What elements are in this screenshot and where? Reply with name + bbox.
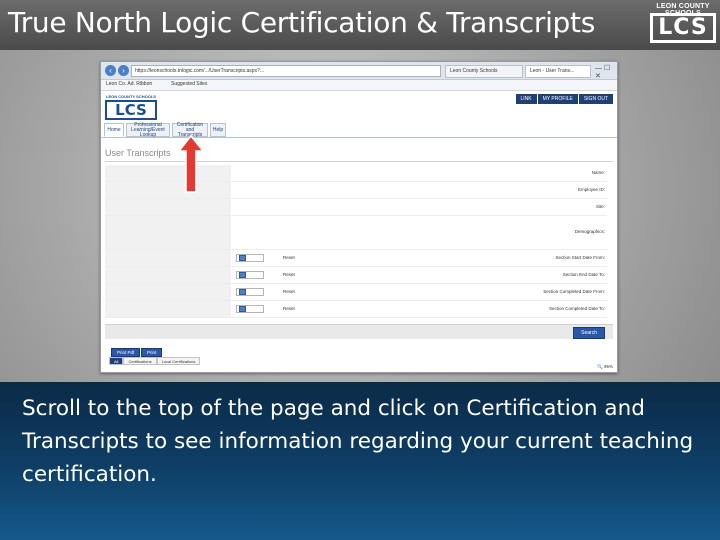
site-tabs: Home Professional Learning/Event Lookup … xyxy=(104,122,226,137)
completed-date-to-label: Section Completed Date To: xyxy=(549,306,605,311)
instruction-text: Scroll to the top of the page and click … xyxy=(22,396,694,487)
red-arrow-icon xyxy=(178,135,204,193)
form-row: Section Completed Date To: Reset xyxy=(105,301,607,318)
sign-out-button[interactable]: SIGN OUT xyxy=(578,94,613,104)
url-input[interactable]: https://leonschools.tnlogic.com/.../User… xyxy=(131,65,441,77)
reset-link[interactable]: Reset xyxy=(283,272,295,277)
slide-title-bar: True North Logic Certification & Transcr… xyxy=(0,0,720,50)
favorite-link-1[interactable]: Leon Co. Ad. Ribbon xyxy=(106,81,152,87)
tab-help[interactable]: Help xyxy=(210,123,226,137)
site-header: LEON COUNTY SCHOOLS LCS LINK MY PROFILE … xyxy=(101,91,617,123)
favorites-bar: Leon Co. Ad. Ribbon Suggested Sites xyxy=(101,80,617,91)
browser-tab-1[interactable]: Leon County Schools xyxy=(445,65,523,78)
favorite-link-2[interactable]: Suggested Sites xyxy=(171,81,207,87)
top-links: LINK MY PROFILE SIGN OUT xyxy=(515,94,613,104)
start-date-from-label: Section Start Date From: xyxy=(555,255,605,260)
link-button[interactable]: LINK xyxy=(515,94,537,104)
name-label: Name: xyxy=(591,170,605,175)
form-row: Section Completed Date From: Reset xyxy=(105,284,607,301)
form-row: Site: xyxy=(105,199,607,216)
slide-title: True North Logic Certification & Transcr… xyxy=(8,6,595,39)
forward-icon[interactable]: › xyxy=(118,65,129,76)
site-logo-letters: LCS xyxy=(105,100,157,120)
site-logo-caption: LEON COUNTY SCHOOLS xyxy=(106,94,156,99)
lcs-logo: LEON COUNTY SCHOOLS LCS xyxy=(648,3,718,45)
demographics-label: Demographics: xyxy=(574,229,605,234)
tab-home[interactable]: Home xyxy=(104,123,124,137)
instruction-panel: Scroll to the top of the page and click … xyxy=(0,382,720,540)
subtab-certifications[interactable]: Certifications xyxy=(123,357,157,365)
print-button[interactable]: Print xyxy=(141,348,163,357)
site-label: Site: xyxy=(595,204,605,209)
transcript-subtabs: All Certifications Local Certifications xyxy=(109,357,201,365)
window-controls[interactable]: — ☐ ✕ xyxy=(595,64,617,80)
page-title: User Transcripts xyxy=(105,148,171,158)
zoom-level[interactable]: 🔍 95% xyxy=(597,364,613,370)
reset-link[interactable]: Reset xyxy=(283,289,295,294)
form-row: Demographics: xyxy=(105,216,607,250)
calendar-icon[interactable] xyxy=(239,272,246,278)
browser-screenshot: ‹ › https://leonschools.tnlogic.com/.../… xyxy=(100,61,618,373)
site-logo[interactable]: LEON COUNTY SCHOOLS LCS xyxy=(105,94,157,121)
end-date-to-label: Section End Date To: xyxy=(562,272,605,277)
back-icon[interactable]: ‹ xyxy=(105,65,116,76)
completed-date-from-label: Section Completed Date From: xyxy=(543,289,605,294)
subtab-local-certifications[interactable]: Local Certifications xyxy=(156,357,201,365)
logo-letters: LCS xyxy=(650,13,716,43)
browser-tab-2[interactable]: Leon - User Trans... xyxy=(525,65,591,78)
form-row: Section End Date To: Reset xyxy=(105,267,607,284)
form-row: Section Start Date From: Reset xyxy=(105,250,607,267)
search-bar: Search xyxy=(105,324,613,339)
calendar-icon[interactable] xyxy=(239,306,246,312)
reset-link[interactable]: Reset xyxy=(283,255,295,260)
employee-id-label: Employee ID: xyxy=(577,187,605,192)
calendar-icon[interactable] xyxy=(239,255,246,261)
subtab-all[interactable]: All xyxy=(109,357,124,365)
browser-address-bar: ‹ › https://leonschools.tnlogic.com/.../… xyxy=(101,62,617,80)
print-pdf-button[interactable]: Print Pdf xyxy=(111,348,141,357)
search-button[interactable]: Search xyxy=(573,327,605,339)
calendar-icon[interactable] xyxy=(239,289,246,295)
reset-link[interactable]: Reset xyxy=(283,306,295,311)
tab-professional-learning[interactable]: Professional Learning/Event Lookup xyxy=(126,122,170,137)
my-profile-button[interactable]: MY PROFILE xyxy=(537,94,578,104)
